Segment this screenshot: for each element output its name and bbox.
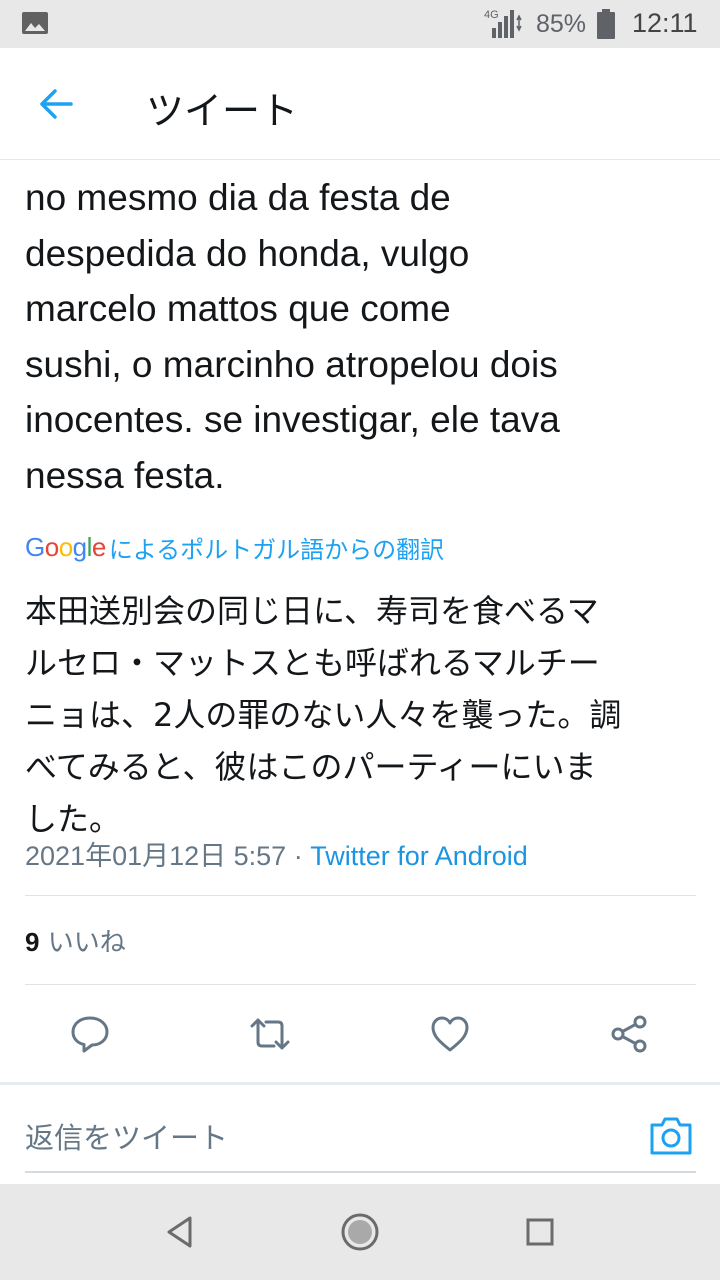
like-icon	[431, 1016, 469, 1052]
battery-icon	[597, 9, 615, 39]
battery-percent: 85%	[536, 10, 587, 38]
likes-summary[interactable]: 9 いいね	[25, 922, 126, 959]
back-triangle-icon	[167, 1216, 192, 1248]
likes-label: いいね	[47, 928, 126, 958]
reply-bar: 返信をツイート	[0, 1082, 720, 1184]
retweet-button[interactable]	[248, 1012, 292, 1056]
source-link[interactable]: Twitter for Android	[310, 841, 528, 871]
signal-icon: 4G	[484, 9, 522, 38]
timestamp: 2021年01月12日 5:57	[25, 841, 287, 871]
share-icon	[611, 1015, 647, 1053]
divider	[25, 895, 696, 896]
reply-input[interactable]: 返信をツイート	[25, 1115, 585, 1157]
tweet-text-line: no mesmo dia da festa de	[25, 177, 451, 218]
home-circle-icon	[341, 1213, 379, 1251]
translated-line: ニョは、2人の罪のない人々を襲った。調	[25, 696, 622, 734]
tweet-text-line: sushi, o marcinho atropelou dois	[25, 343, 558, 385]
nav-back-button[interactable]	[156, 1208, 204, 1256]
camera-button[interactable]	[648, 1113, 694, 1159]
image-icon	[22, 12, 48, 34]
app-bar: ツイート	[0, 48, 720, 160]
translation-credit[interactable]: Google によるポルトガル語からの翻訳	[25, 530, 444, 565]
tweet-text-line: despedida do honda, vulgo	[25, 232, 470, 274]
retweet-icon	[250, 1018, 290, 1050]
meta-separator: ·	[293, 841, 303, 871]
tweet-text-line: inocentes. se investigar, ele tava	[25, 399, 560, 440]
tweet-text-line: nessa festa.	[25, 454, 225, 496]
nav-recents-button[interactable]	[516, 1208, 564, 1256]
system-nav-bar	[0, 1184, 720, 1280]
like-button[interactable]	[428, 1012, 472, 1056]
translated-line: べてみると、彼はこのパーティーにいま	[25, 748, 597, 786]
reply-icon	[71, 1016, 109, 1053]
back-button[interactable]	[28, 76, 84, 132]
arrow-left-icon	[40, 89, 73, 119]
tweet-text-line: marcelo mattos que come	[25, 288, 451, 329]
tweet-actions	[0, 986, 720, 1082]
divider	[25, 984, 696, 985]
nav-home-button[interactable]	[336, 1208, 384, 1256]
recents-square-icon	[526, 1218, 554, 1246]
translated-text: 本田送別会の同じ日に、寿司を食べるマ ルセロ・マットスとも呼ばれるマルチー ニョ…	[25, 585, 695, 845]
camera-icon	[650, 1117, 692, 1155]
translated-line: ルセロ・マットスとも呼ばれるマルチー	[25, 644, 600, 682]
svg-text:4G: 4G	[484, 9, 499, 21]
tweet-text: no mesmo dia da festa de despedida do ho…	[25, 170, 695, 503]
page-title: ツイート	[146, 89, 299, 133]
likes-count: 9	[25, 927, 40, 957]
translation-label: によるポルトガル語からの翻訳	[108, 536, 445, 564]
share-button[interactable]	[607, 1012, 651, 1056]
reply-button[interactable]	[68, 1012, 112, 1056]
clock: 12:11	[632, 8, 698, 38]
translated-line: 本田送別会の同じ日に、寿司を食べるマ	[25, 592, 599, 630]
tweet-meta: 2021年01月12日 5:57 · Twitter for Android	[25, 834, 528, 873]
google-logo: Google	[25, 532, 106, 562]
reply-underline	[25, 1171, 696, 1173]
status-bar: 4G 85% 12:11	[0, 0, 720, 48]
